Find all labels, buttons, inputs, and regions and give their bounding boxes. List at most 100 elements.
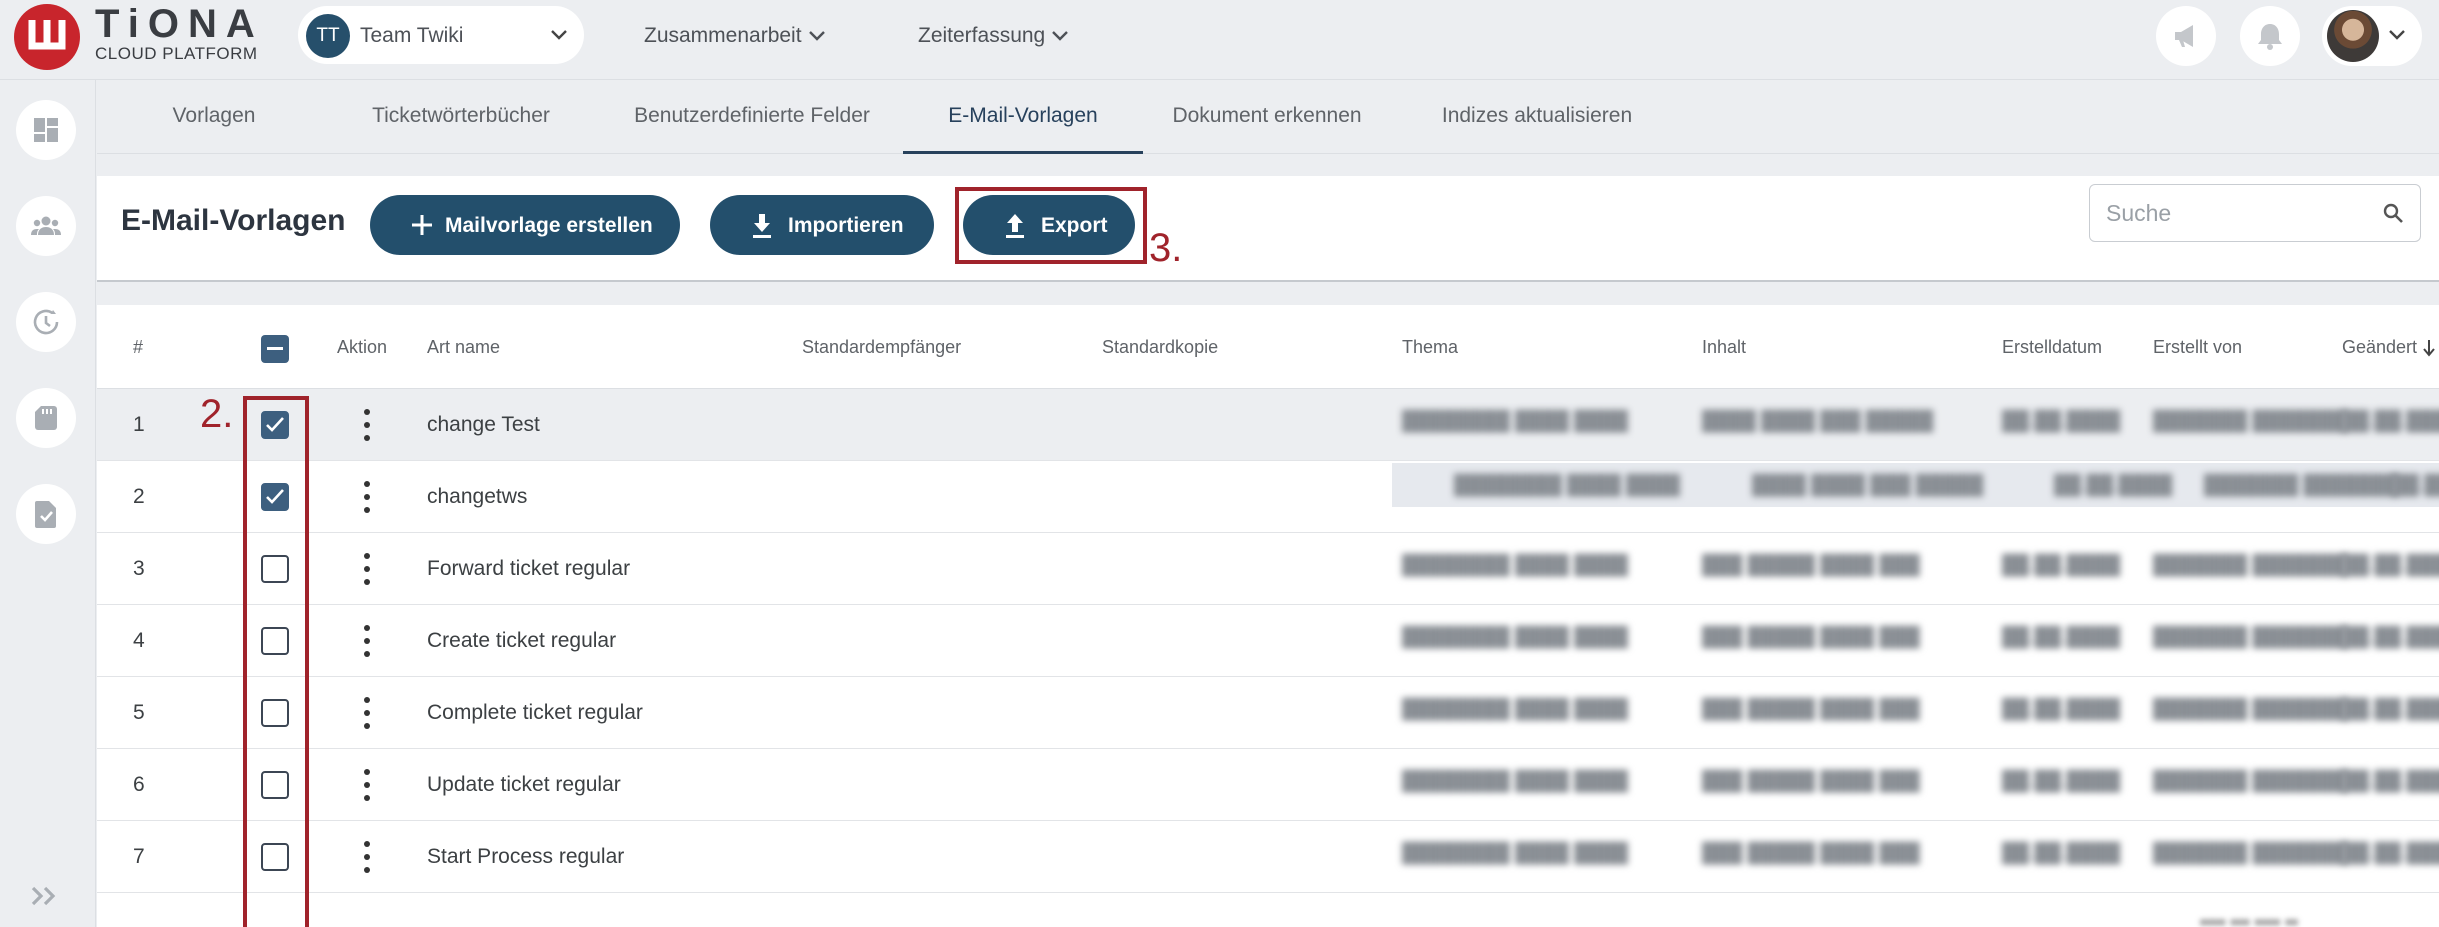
blurred-inhalt: ████ ████ ███ █████ (1702, 411, 1934, 432)
table-row[interactable]: 5 Complete ticket regular ████████ ████ … (97, 677, 2439, 749)
table-row[interactable]: 7 Start Process regular ████████ ████ ██… (97, 821, 2439, 893)
create-mail-template-button[interactable]: Mailvorlage erstellen (370, 195, 680, 255)
logo-mark-icon (28, 20, 66, 50)
import-button-label: Importieren (788, 214, 904, 237)
blurred-thema: ████████ ████ ████ (1402, 699, 1628, 720)
row-number: 3 (133, 557, 145, 580)
search-input[interactable] (2106, 198, 2376, 228)
sidebar-item-storage[interactable] (16, 388, 76, 448)
blurred-date: ██.██.████ (2002, 411, 2121, 432)
team-selector[interactable]: TT Team Twiki (298, 6, 584, 64)
row-actions-menu[interactable] (361, 839, 373, 875)
row-actions-menu[interactable] (361, 767, 373, 803)
col-inhalt[interactable]: Inhalt (1702, 337, 1746, 358)
search-icon[interactable] (2382, 202, 2404, 224)
create-button-label: Mailvorlage erstellen (445, 214, 653, 237)
blurred-modified: ██.██. (2392, 475, 2439, 496)
row-actions-menu[interactable] (361, 623, 373, 659)
col-erstellt-von[interactable]: Erstellt von (2153, 337, 2242, 358)
blurred-inhalt: ███ █████ ████ ███ (1702, 699, 1920, 720)
tab-benutzerdefinierte-felder[interactable]: Benutzerdefinierte Felder (627, 80, 877, 154)
table-row[interactable]: 6 Update ticket regular ████████ ████ ██… (97, 749, 2439, 821)
tab-email-vorlagen[interactable]: E-Mail-Vorlagen (903, 80, 1143, 154)
blurred-modified: ██.██.████ (2342, 771, 2439, 792)
tab-indizes-aktualisieren[interactable]: Indizes aktualisieren (1437, 80, 1637, 154)
megaphone-icon (2175, 25, 2193, 47)
row-name: change Test (427, 413, 540, 436)
tab-bar: Vorlagen Ticketwörterbücher Benutzerdefi… (97, 80, 2439, 154)
row-actions-menu[interactable] (361, 479, 373, 515)
blurred-inhalt: ████ ████ ███ █████ (1752, 475, 1984, 496)
blurred-author: ███████ ███████ (2204, 475, 2398, 496)
download-icon (753, 214, 771, 238)
blurred-author: ███████ ███████ (2153, 627, 2347, 648)
sidebar-item-time[interactable] (16, 292, 76, 352)
table-row[interactable]: 1 change Test ████████ ████ ████ ████ ██… (97, 389, 2439, 461)
row-number: 1 (133, 413, 145, 436)
double-chevron-right-icon[interactable] (30, 885, 60, 907)
avatar (2327, 10, 2379, 62)
col-geaendert[interactable]: Geändert (2342, 337, 2436, 358)
team-avatar: TT (306, 14, 350, 58)
nav-zeiterfassung[interactable]: Zeiterfassung (918, 24, 1069, 48)
col-art-name[interactable]: Art name (427, 337, 500, 358)
row-name: Update ticket regular (427, 773, 621, 796)
blurred-date: ██.██.████ (2002, 627, 2121, 648)
row-name: Start Process regular (427, 845, 625, 868)
table-row[interactable]: 4 Create ticket regular ████████ ████ ██… (97, 605, 2439, 677)
chevron-down-icon (551, 30, 567, 40)
user-menu[interactable] (2322, 6, 2422, 66)
blurred-modified: ██.██.████ (2342, 627, 2439, 648)
annotation-step-3: 3. (1149, 226, 1183, 270)
bell-icon (2258, 24, 2282, 50)
row-actions-menu[interactable] (361, 695, 373, 731)
blurred-thema: ████████ ████ ████ (1454, 475, 1680, 496)
clock-icon (33, 309, 59, 335)
col-aktion: Aktion (337, 337, 388, 357)
col-standardkopie[interactable]: Standardkopie (1102, 337, 1218, 358)
row-number: 5 (133, 701, 145, 724)
tiona-logo[interactable] (14, 4, 80, 70)
nav-zusammenarbeit[interactable]: Zusammenarbeit (644, 24, 826, 48)
col-erstelldatum[interactable]: Erstelldatum (2002, 337, 2102, 358)
row-actions-menu[interactable] (361, 407, 373, 443)
import-button[interactable]: Importieren (710, 195, 934, 255)
select-all-checkbox[interactable] (261, 335, 289, 363)
col-number[interactable]: # (133, 337, 143, 358)
row-name: Create ticket regular (427, 629, 617, 652)
col-standardempfaenger[interactable]: Standardempfänger (802, 337, 961, 358)
chevron-down-icon (2389, 30, 2405, 40)
row-number: 2 (133, 485, 145, 508)
tab-dokument-erkennen[interactable]: Dokument erkennen (1167, 80, 1367, 154)
notifications-button[interactable] (2240, 6, 2300, 66)
sidebar (0, 80, 96, 927)
row-number: 6 (133, 773, 145, 796)
announcements-button[interactable] (2156, 6, 2216, 66)
table-row[interactable]: 3 Forward ticket regular ████████ ████ █… (97, 533, 2439, 605)
nav-label: Zusammenarbeit (644, 24, 802, 47)
sidebar-item-people[interactable] (16, 196, 76, 256)
blurred-thema: ████████ ████ ████ (1402, 771, 1628, 792)
row-actions-menu[interactable] (361, 551, 373, 587)
pagination-ghost: ▪▪▪▪ ▪▪▪ ▪▪▪▪ ▪▪ (2200, 912, 2298, 927)
blurred-inhalt: ███ █████ ████ ███ (1702, 843, 1920, 864)
annotation-step-2: 2. (200, 392, 234, 436)
row-name: Forward ticket regular (427, 557, 631, 580)
plus-icon (412, 215, 432, 235)
row-number: 4 (133, 629, 145, 652)
row-name: changetws (427, 485, 528, 508)
row-number: 7 (133, 845, 145, 868)
blurred-thema: ████████ ████ ████ (1402, 843, 1628, 864)
nav-label: Zeiterfassung (918, 24, 1046, 47)
blurred-date: ██.██.████ (2002, 843, 2121, 864)
col-thema[interactable]: Thema (1402, 337, 1458, 358)
blurred-inhalt: ███ █████ ████ ███ (1702, 771, 1920, 792)
tab-vorlagen[interactable]: Vorlagen (157, 80, 271, 154)
dashboard-icon (34, 118, 58, 142)
sidebar-item-documents[interactable] (16, 484, 76, 544)
sidebar-item-dashboard[interactable] (16, 100, 76, 160)
blurred-modified: ██.██.████ (2342, 843, 2439, 864)
tab-ticketwoerterbuecher[interactable]: Ticketwörterbücher (365, 80, 557, 154)
blurred-modified: ██.██.████ (2342, 411, 2439, 432)
page-title: E-Mail-Vorlagen (121, 204, 346, 237)
